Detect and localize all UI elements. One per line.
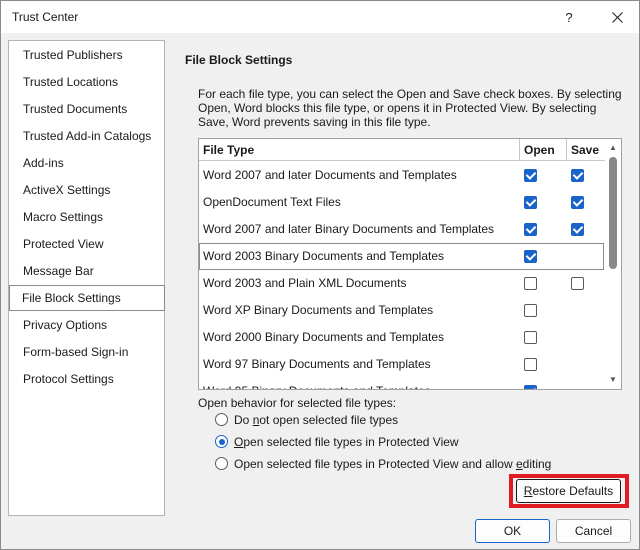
open-checkbox[interactable] [524,277,537,290]
nav-item-add-ins[interactable]: Add-ins [10,150,164,176]
close-icon [611,11,623,23]
file-type-label: Word XP Binary Documents and Templates [203,303,434,317]
scroll-thumb[interactable] [609,157,617,269]
open-checkbox[interactable] [524,304,537,317]
nav-item-trusted-locations[interactable]: Trusted Locations [10,69,164,95]
radio-button[interactable] [215,413,228,426]
radio-label-pre: Open selected file types in Protected Vi… [234,457,516,471]
nav-item-trusted-documents[interactable]: Trusted Documents [10,96,164,122]
file-type-row[interactable]: Word 2007 and later Documents and Templa… [199,162,603,189]
header-open[interactable]: Open [520,139,567,161]
nav-item-activex-settings[interactable]: ActiveX Settings [10,177,164,203]
file-type-label: Word 2000 Binary Documents and Templates [203,330,445,344]
scroll-down-arrow-icon[interactable]: ▼ [607,374,619,386]
nav-item-trusted-add-in-catalogs[interactable]: Trusted Add-in Catalogs [10,123,164,149]
open-checkbox[interactable] [524,331,537,344]
file-type-label: Word 2007 and later Binary Documents and… [203,222,495,236]
section-description: For each file type, you can select the O… [198,87,622,129]
cancel-button[interactable]: Cancel [556,519,631,543]
scroll-up-arrow-icon[interactable]: ▲ [607,142,619,154]
radio-label: Do not open selected file types [234,412,398,428]
section-title: File Block Settings [185,53,293,67]
file-type-row[interactable]: Word 2003 and Plain XML Documents [199,270,603,297]
radio-label-post: diting [522,457,552,471]
radio-label-post: pen selected file types in Protected Vie… [243,435,459,449]
save-checkbox[interactable] [571,223,584,236]
open-behavior-label: Open behavior for selected file types: [198,396,397,410]
ok-button[interactable]: OK [475,519,550,543]
file-type-row[interactable]: Word XP Binary Documents and Templates [199,297,603,324]
nav-item-protocol-settings[interactable]: Protocol Settings [10,366,164,392]
radio-label-accel: e [515,457,523,471]
file-type-label: Word 95 Binary Documents and Templates [203,378,431,389]
file-type-row[interactable]: Word 97 Binary Documents and Templates [199,351,603,378]
restore-defaults-button[interactable]: Restore Defaults [516,479,621,503]
nav-item-message-bar[interactable]: Message Bar [10,258,164,284]
header-save[interactable]: Save [567,139,605,161]
help-button[interactable]: ? [549,1,589,33]
nav-item-protected-view[interactable]: Protected View [10,231,164,257]
file-type-label: Word 2003 Binary Documents and Templates [203,249,445,263]
radio-label-accel: O [234,435,244,449]
save-checkbox[interactable] [571,196,584,209]
title-bar: Trust Center ? [1,1,639,33]
restore-label-rest: estore Defaults [532,484,614,498]
trust-center-dialog: Trust Center ? Trusted Publishers Trusted… [0,0,640,550]
open-checkbox[interactable] [524,358,537,371]
open-checkbox[interactable] [524,196,537,209]
help-icon: ? [565,9,573,25]
file-type-row[interactable]: Word 95 Binary Documents and Templates [199,378,603,389]
file-type-grid: File Type Open Save Word 2007 and later … [198,138,622,390]
file-type-label: Word 97 Binary Documents and Templates [203,357,431,371]
header-file-type[interactable]: File Type [199,139,520,161]
file-type-row[interactable]: Word 2003 Binary Documents and Templates [199,243,604,270]
file-type-label: Word 2003 and Plain XML Documents [203,276,407,290]
nav-item-file-block-settings[interactable]: File Block Settings [9,285,165,311]
window-title: Trust Center [12,10,79,24]
radio-label-post: ot open selected file types [259,413,399,427]
file-type-row[interactable]: Word 2007 and later Binary Documents and… [199,216,603,243]
nav-item-trusted-publishers[interactable]: Trusted Publishers [10,42,164,68]
radio-button[interactable] [215,457,228,470]
radio-label: Open selected file types in Protected Vi… [234,456,551,472]
file-type-label: OpenDocument Text Files [203,195,341,209]
save-checkbox[interactable] [571,169,584,182]
nav-item-privacy-options[interactable]: Privacy Options [10,312,164,338]
grid-header: File Type Open Save [199,139,605,161]
radio-button[interactable] [215,435,228,448]
file-type-row[interactable]: Word 2000 Binary Documents and Templates [199,324,603,351]
grid-scrollbar[interactable]: ▲ ▼ [605,139,621,389]
radio-label-pre: Do [234,413,253,427]
radio-label: Open selected file types in Protected Vi… [234,434,459,450]
nav-item-form-based-sign-in[interactable]: Form-based Sign-in [10,339,164,365]
file-type-label: Word 2007 and later Documents and Templa… [203,168,457,182]
nav-item-macro-settings[interactable]: Macro Settings [10,204,164,230]
file-type-row[interactable]: OpenDocument Text Files [199,189,603,216]
open-checkbox[interactable] [524,385,537,389]
open-checkbox[interactable] [524,169,537,182]
category-list: Trusted Publishers Trusted Locations Trust… [8,40,165,516]
open-checkbox[interactable] [524,223,537,236]
save-checkbox[interactable] [571,277,584,290]
open-checkbox[interactable] [524,250,537,263]
close-button[interactable] [597,1,637,33]
